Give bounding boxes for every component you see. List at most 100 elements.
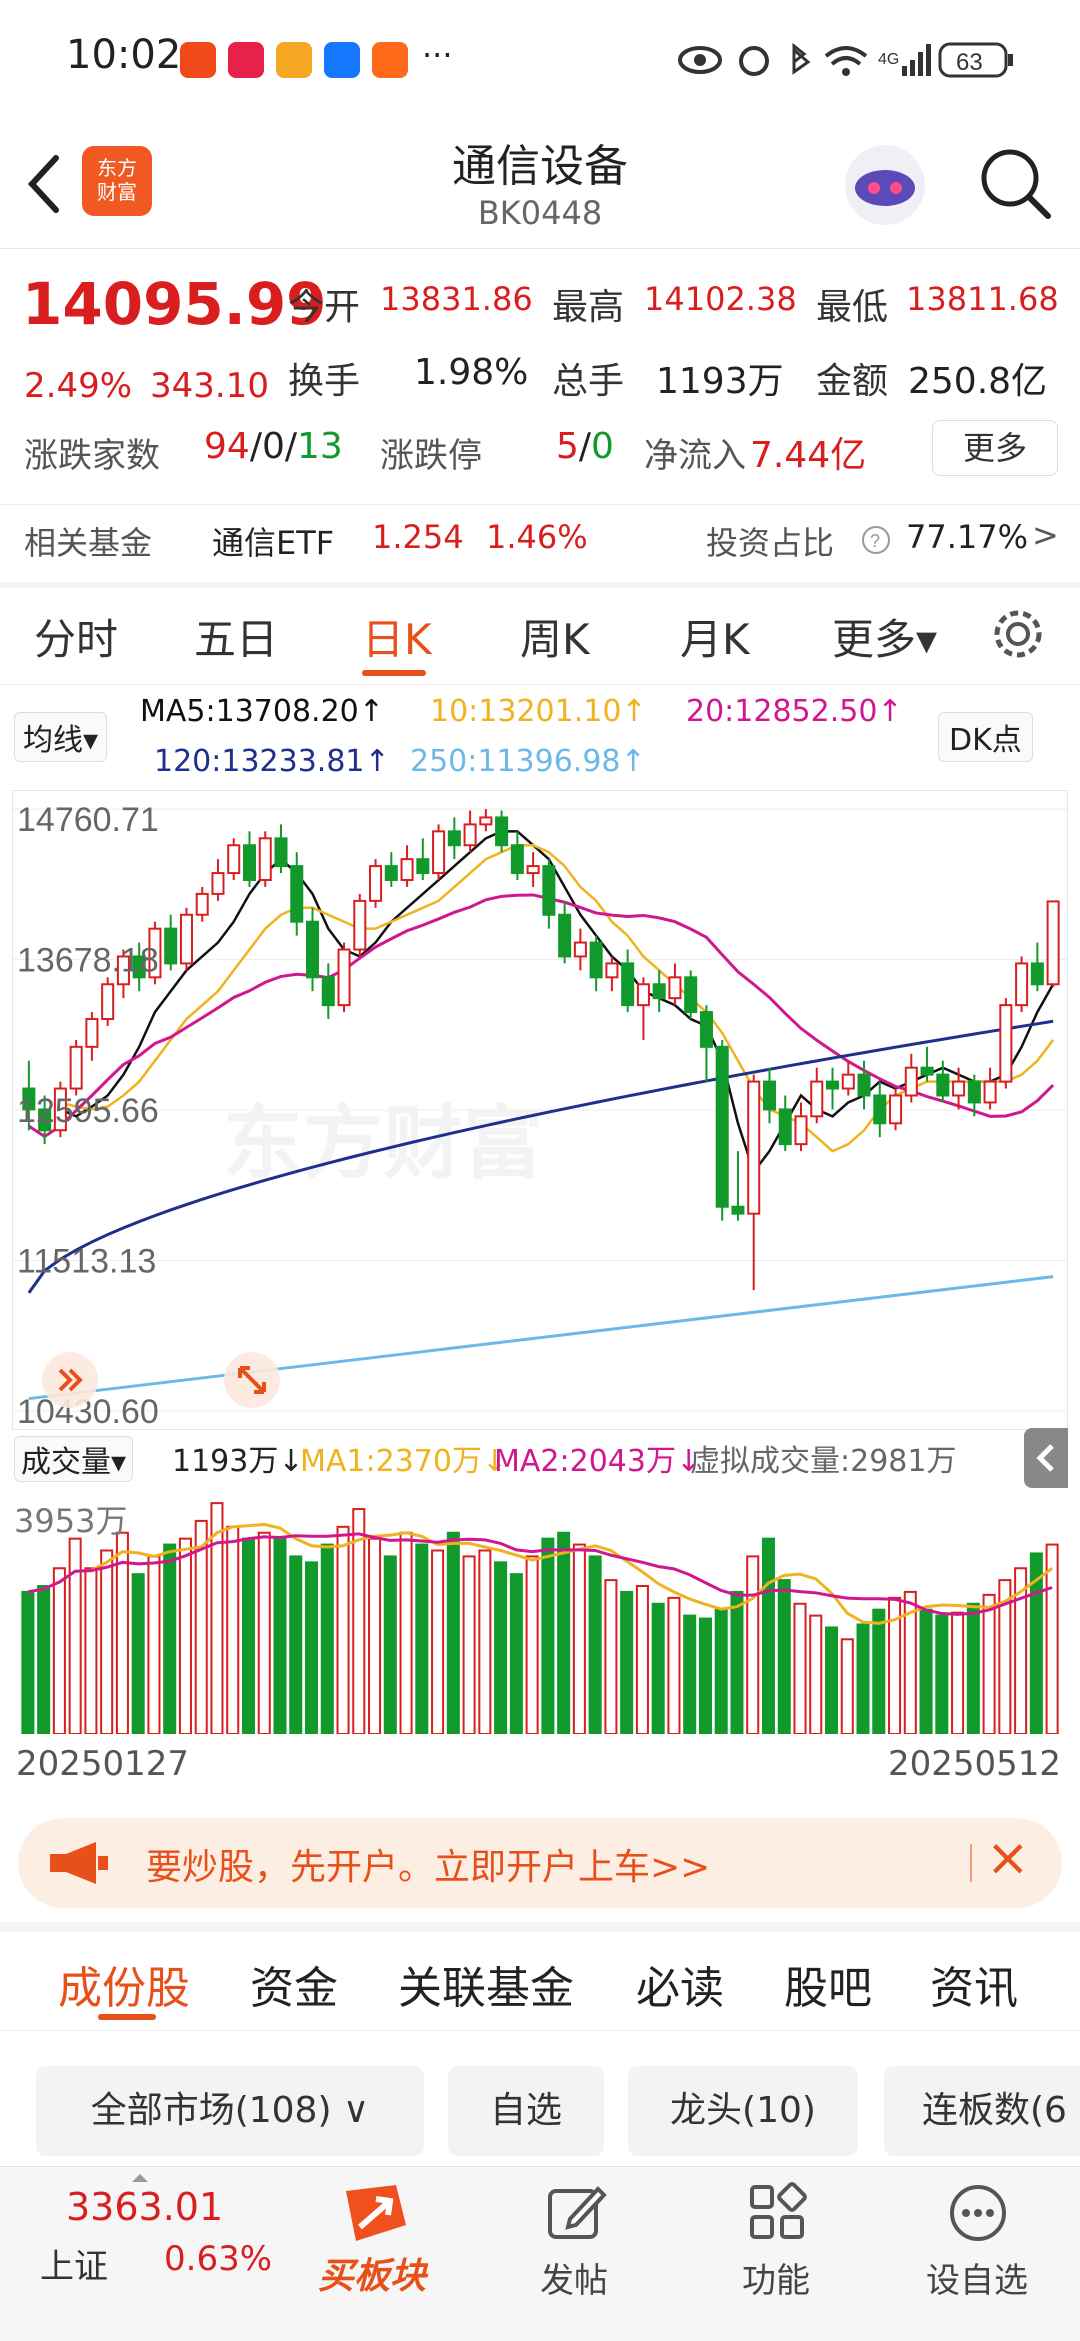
filter-leaders[interactable]: 龙头(10) xyxy=(628,2066,858,2156)
filter-market[interactable]: 全部市场(108) ∨ xyxy=(36,2066,424,2156)
gear-icon[interactable] xyxy=(990,606,1046,662)
volume-bar xyxy=(68,1537,82,1734)
tab-monthly-k[interactable]: 月K xyxy=(680,606,750,667)
kline-chart[interactable]: 东方财富 14760.7113678.1812595.6611513.13104… xyxy=(12,790,1068,1430)
close-icon[interactable]: × xyxy=(986,1828,1030,1888)
tab-intraday[interactable]: 分时 xyxy=(34,606,118,667)
fullscreen-icon[interactable] xyxy=(222,1350,282,1410)
inflow-label: 净流入 xyxy=(644,436,746,476)
help-icon[interactable]: ? xyxy=(860,524,892,556)
candle-body xyxy=(715,1045,729,1208)
tab-daily-k[interactable]: 日K xyxy=(362,606,432,667)
volume-bar xyxy=(604,1579,618,1734)
ma-selector[interactable]: 均线▾ xyxy=(14,712,108,762)
candle-body xyxy=(826,1080,840,1090)
virtual-volume: 虚拟成交量:2981万 xyxy=(690,1444,957,1479)
amount-label: 金额 xyxy=(816,361,889,402)
index-percent: 0.63% xyxy=(164,2239,273,2279)
limit-down-count: 0 xyxy=(591,426,614,467)
down-count: 13 xyxy=(297,426,343,467)
robot-assistant-icon[interactable] xyxy=(840,140,930,230)
volume-bar xyxy=(777,1579,791,1734)
candle-body xyxy=(558,913,572,958)
tab-constituents[interactable]: 成份股 xyxy=(58,1952,190,2016)
candle-body xyxy=(69,1045,83,1090)
divider xyxy=(0,684,1080,685)
candle-body xyxy=(873,1094,887,1125)
open-account-banner[interactable]: 要炒股，先开户。立即开户上车>> × xyxy=(18,1818,1062,1908)
buy-board-label[interactable]: 买板块 xyxy=(318,2247,426,2299)
ratio-value: 77.17% xyxy=(906,518,1029,556)
tab-more[interactable]: 更多▾ xyxy=(832,606,937,667)
filter-consecutive-limit[interactable]: 连板数(6 xyxy=(884,2066,1080,2156)
volume-bar xyxy=(509,1573,523,1734)
volume-bar xyxy=(588,1555,602,1734)
tab-forum[interactable]: 股吧 xyxy=(784,1952,872,2016)
more-button[interactable]: 更多 xyxy=(932,420,1058,476)
high-label: 最高 xyxy=(552,287,625,328)
volume-bar xyxy=(761,1537,776,1734)
divider xyxy=(0,504,1080,505)
function-label[interactable]: 功能 xyxy=(742,2253,810,2302)
candle-body xyxy=(857,1073,871,1097)
active-tab-indicator xyxy=(362,670,426,676)
dk-point-button[interactable]: DK点 xyxy=(938,712,1033,762)
candle-body xyxy=(936,1073,950,1097)
volume-bar xyxy=(446,1531,460,1734)
banner-divider xyxy=(970,1844,972,1882)
volume-bar xyxy=(541,1537,555,1734)
volume-bar xyxy=(431,1549,445,1734)
index-value[interactable]: 3363.01 xyxy=(66,2185,223,2229)
fund-name[interactable]: 通信ETF xyxy=(212,518,334,564)
volume-bar xyxy=(147,1555,161,1734)
tab-must-read[interactable]: 必读 xyxy=(636,1952,724,2016)
candle-body xyxy=(384,865,398,882)
change-amount: 343.10 xyxy=(150,366,269,406)
edit-post-icon[interactable] xyxy=(544,2181,608,2245)
current-price: 14095.99 xyxy=(22,270,327,338)
app-notification-icon xyxy=(372,42,408,78)
volume-bar xyxy=(935,1614,949,1734)
filter-watchlist[interactable]: 自选 xyxy=(448,2066,604,2156)
collapse-panel-icon[interactable] xyxy=(1024,1428,1068,1488)
expand-chart-icon[interactable] xyxy=(40,1350,100,1410)
volume-bar xyxy=(872,1608,886,1734)
tab-news[interactable]: 资讯 xyxy=(930,1952,1018,2016)
low-value: 13811.68 xyxy=(906,280,1059,318)
tab-funds-flow[interactable]: 资金 xyxy=(250,1952,338,2016)
volume-chart[interactable] xyxy=(12,1490,1066,1734)
tab-five-day[interactable]: 五日 xyxy=(194,606,278,667)
candle-body xyxy=(1046,900,1060,986)
volume-bar xyxy=(557,1531,571,1734)
volume-bar xyxy=(368,1537,382,1734)
turnover-label: 换手 xyxy=(288,361,361,402)
volume-bar xyxy=(37,1585,51,1734)
candle-body xyxy=(510,844,524,875)
candle-body xyxy=(983,1080,997,1104)
volume-selector[interactable]: 成交量▾ xyxy=(14,1436,134,1482)
candle-body xyxy=(1030,962,1044,986)
tab-weekly-k[interactable]: 周K xyxy=(520,606,590,667)
fund-label: 相关基金 xyxy=(24,524,153,562)
candle-body xyxy=(290,865,304,923)
tab-related-funds[interactable]: 关联基金 xyxy=(398,1952,574,2016)
add-watchlist-icon[interactable] xyxy=(946,2181,1010,2245)
buy-board-icon[interactable] xyxy=(336,2181,416,2251)
change-percent: 2.49% xyxy=(24,366,133,406)
open-label: 今开 xyxy=(288,287,361,328)
volume-bar xyxy=(494,1561,508,1734)
candle-body xyxy=(621,962,635,1007)
search-icon[interactable] xyxy=(976,144,1056,224)
ratio-arrow[interactable]: > xyxy=(1032,516,1059,554)
fund-price: 1.254 xyxy=(372,518,464,556)
grid-function-icon[interactable] xyxy=(746,2181,810,2245)
volume-bar xyxy=(194,1519,208,1734)
x-end-date: 20250512 xyxy=(888,1744,1062,1784)
watchlist-label[interactable]: 设自选 xyxy=(926,2253,1028,2302)
volume-bar xyxy=(273,1537,287,1734)
candle-body xyxy=(369,865,383,902)
volume-bar xyxy=(856,1623,870,1734)
candle-body xyxy=(652,983,666,1000)
post-label[interactable]: 发帖 xyxy=(540,2253,608,2302)
candle-body xyxy=(463,823,477,847)
